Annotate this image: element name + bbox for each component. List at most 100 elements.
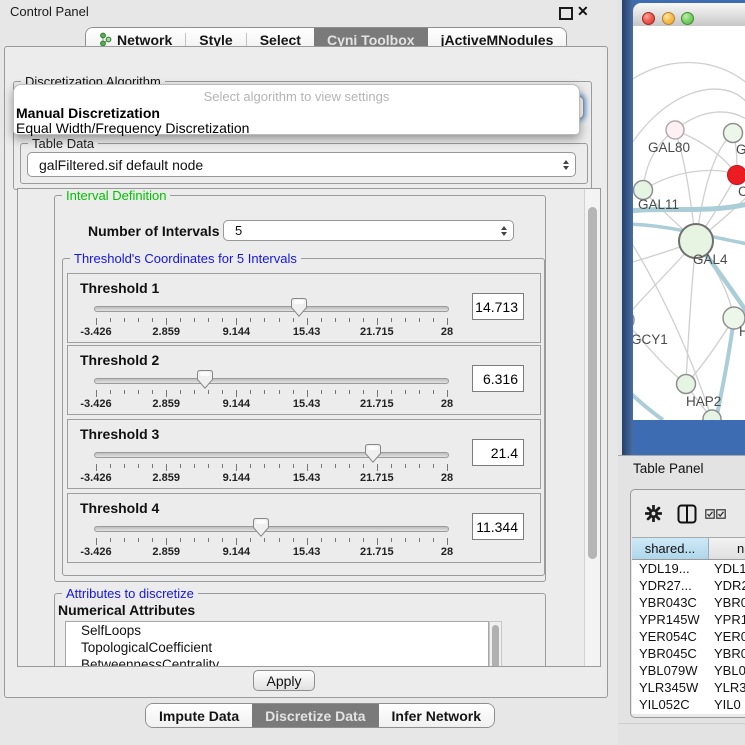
table-header-cell[interactable]: n	[709, 538, 745, 559]
table-cell: YBL0	[709, 662, 745, 679]
tick-mark	[335, 464, 336, 468]
tick-mark	[222, 464, 223, 468]
slider-track[interactable]	[94, 526, 449, 532]
tick-mark	[363, 464, 364, 468]
table-row[interactable]: YPR145WYPR1	[632, 611, 745, 628]
table-header-cell[interactable]: shared...	[632, 538, 709, 559]
tick-mark	[96, 390, 97, 397]
tick-label: 9.144	[223, 398, 251, 410]
zoom-button[interactable]	[681, 12, 694, 25]
control-panel-titlebar: Control Panel ✕	[0, 0, 618, 22]
tick-mark	[293, 464, 294, 468]
tick-mark	[264, 318, 265, 322]
table-row[interactable]: YBR045CYBR0	[632, 645, 745, 662]
threshold-value-field[interactable]	[472, 365, 524, 392]
tick-label: 21.715	[360, 398, 394, 410]
tick-mark	[391, 464, 392, 468]
panel-vertical-scrollbar[interactable]	[584, 189, 600, 666]
table-row[interactable]: YIL052CYIL0	[632, 696, 745, 713]
number-of-intervals-combobox[interactable]: 5	[223, 220, 514, 241]
tick-mark	[307, 464, 308, 471]
table-row[interactable]: YDR27...YDR2	[632, 577, 745, 594]
number-of-intervals-value: 5	[224, 223, 495, 238]
tick-mark	[152, 538, 153, 542]
attribute-list-item[interactable]: SelfLoops	[66, 622, 488, 639]
threshold-value-field[interactable]	[472, 439, 524, 466]
tab-infer-network[interactable]: Infer Network	[379, 704, 494, 727]
tick-mark	[208, 464, 209, 468]
tick-mark	[405, 318, 406, 322]
table-cell: YBR0	[709, 645, 745, 662]
tick-label: 28	[441, 398, 453, 410]
float-icon[interactable]	[559, 7, 573, 20]
threshold-value-field[interactable]	[472, 293, 524, 320]
dropdown-item[interactable]: Manual Discretization	[16, 105, 160, 121]
slider-track[interactable]	[94, 306, 449, 312]
checkbox-icon[interactable]	[705, 509, 715, 519]
network-node[interactable]	[728, 166, 745, 185]
tab-impute-data[interactable]: Impute Data	[146, 704, 252, 727]
tick-mark	[433, 464, 434, 468]
network-node[interactable]	[633, 310, 634, 330]
tick-label: -3.426	[80, 546, 111, 558]
table-cell: YBR0	[709, 594, 745, 611]
tick-mark	[363, 538, 364, 542]
tick-mark	[222, 538, 223, 542]
table-row[interactable]: YBL079WYBL0	[632, 662, 745, 679]
slider-thumb[interactable]	[253, 518, 269, 537]
network-node[interactable]	[724, 124, 743, 143]
network-node[interactable]	[677, 375, 696, 394]
table-cell: YIL052C	[632, 696, 709, 713]
threshold-value-field[interactable]	[472, 513, 524, 540]
table-cell: YBR043C	[632, 594, 709, 611]
table-row[interactable]: YDL19...YDL1	[632, 560, 745, 577]
table-cell: YER054C	[632, 628, 709, 645]
slider-thumb[interactable]	[197, 370, 213, 389]
tick-label: 28	[441, 472, 453, 484]
slider-thumb[interactable]	[365, 444, 381, 463]
numerical-attributes-list[interactable]: SelfLoopsTopologicalCoefficientBetweenne…	[65, 621, 489, 667]
dropdown-item[interactable]: Equal Width/Frequency Discretization	[16, 120, 249, 136]
desktop-strip	[622, 0, 633, 455]
threshold-panel: Threshold 3 -3.4262.8599.14415.4321.7152…	[67, 419, 541, 489]
slider-ticks	[96, 538, 447, 546]
table-row[interactable]: YBR043CYBR0	[632, 594, 745, 611]
tick-mark	[250, 538, 251, 542]
tick-mark	[194, 464, 195, 468]
scrollbar-thumb[interactable]	[492, 625, 499, 667]
slider-track[interactable]	[94, 452, 449, 458]
tick-mark	[194, 318, 195, 322]
tick-mark	[222, 390, 223, 394]
attribute-list-item[interactable]: TopologicalCoefficient	[66, 639, 488, 656]
attribute-list-item[interactable]: BetweennessCentrality	[66, 656, 488, 667]
tab-discretize-data[interactable]: Discretize Data	[252, 704, 378, 727]
tick-mark	[124, 538, 125, 542]
number-of-intervals-label: Number of Intervals	[88, 223, 219, 239]
tick-label: 15.43	[293, 546, 321, 558]
table-data-combobox-value: galFiltered.sif default node	[28, 157, 557, 173]
gear-icon[interactable]	[645, 505, 662, 522]
node-label: C	[738, 184, 745, 199]
apply-button[interactable]: Apply	[253, 670, 315, 691]
checkbox-icon[interactable]	[716, 509, 726, 519]
scrollbar-thumb[interactable]	[588, 207, 597, 559]
network-canvas[interactable]: GAL80GACGAL11GAL4GCY1HHAP2	[633, 26, 745, 420]
tick-label: 21.715	[360, 326, 394, 338]
attributes-list-scrollbar[interactable]	[489, 621, 502, 667]
columns-icon[interactable]	[677, 504, 697, 524]
table-row[interactable]: YLR345WYLR3	[632, 679, 745, 696]
minimize-button[interactable]	[662, 12, 675, 25]
tick-mark	[405, 538, 406, 542]
tick-mark	[419, 538, 420, 542]
close-icon[interactable]: ✕	[577, 3, 589, 20]
tick-mark	[236, 538, 237, 545]
close-button[interactable]	[642, 12, 655, 25]
slider-thumb[interactable]	[291, 298, 307, 317]
tick-mark	[377, 318, 378, 325]
network-node[interactable]	[666, 121, 684, 139]
threshold-label: Threshold 2	[80, 352, 159, 368]
slider-track[interactable]	[94, 378, 449, 384]
table-row[interactable]: YER054CYER0	[632, 628, 745, 645]
table-data-combobox[interactable]: galFiltered.sif default node	[27, 152, 576, 177]
tick-mark	[433, 390, 434, 394]
